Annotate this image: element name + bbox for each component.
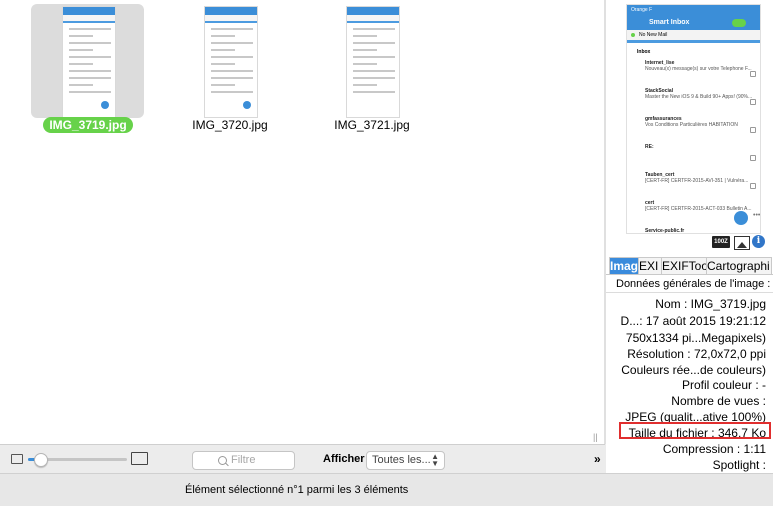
bottom-toolbar: Filtre Afficher : Toutes les... ▲ ▼ » [0,444,605,473]
status-bar: Élément sélectionné n°1 parmi les 3 élém… [0,473,773,506]
phone-status-bar: Orange F [627,5,760,16]
info-title: Données générales de l'image : [616,278,771,290]
status-text: Élément sélectionné n°1 parmi les 3 élém… [185,484,409,496]
info-row: Spotlight : [712,458,766,472]
info-row: Nom : IMG_3719.jpg [655,297,766,311]
mail-item: StackSocial Master the New iOS 9 & Build … [627,85,760,113]
resize-grip-icon[interactable]: || [593,432,598,442]
info-row: 750x1334 pi...Megapixels) [625,331,766,345]
show-select[interactable]: Toutes les... ▲ ▼ [366,451,445,470]
more-icon: ••• [753,212,761,219]
mail-item: RE: [627,141,760,169]
preview-header: Smart Inbox [627,16,760,30]
mail-item: Tauben_cert [CERT-FR] CERTFR-2015-AVI-351… [627,169,760,197]
zoom-badge-icon[interactable]: 100Z [712,236,730,248]
info-row: D...: 17 août 2015 19:21:12 [620,314,766,328]
landscape-icon[interactable] [734,236,750,250]
search-icon [218,456,227,465]
compose-icon [734,211,748,225]
thumbnail-3[interactable] [315,4,428,118]
thumbnail-image [204,6,258,118]
filter-input[interactable]: Filtre [192,451,295,470]
mail-item: Service-public.fr [645,228,685,234]
thumbnail-image [62,6,116,118]
info-row: Compression : 1:11 [662,442,766,456]
info-row: Nombre de vues : [671,394,766,408]
thumbnail-2[interactable] [173,4,286,118]
thumbnail-1[interactable] [31,4,144,118]
info-row: Profil couleur : - [681,378,766,392]
file-browser: IMG_3719.jpg IMG_3720.jpg IMG_3721.jpg |… [0,0,606,444]
info-row: Couleurs rée...de couleurs) [621,363,766,377]
tab-image[interactable]: Imag [609,257,639,274]
inspector-panel: Orange F Smart Inbox No New Mail Inbox I… [606,0,773,473]
tab-map[interactable]: Cartographi [706,257,772,274]
chevron-updown-icon: ▲ ▼ [431,452,439,468]
zoom-slider[interactable] [28,453,127,467]
mail-item: Internet_lise Nouveau(x) message(s) sur v… [627,57,760,85]
image-preview: Orange F Smart Inbox No New Mail Inbox I… [626,4,761,234]
slider-knob[interactable] [34,453,48,467]
no-new-mail: No New Mail [627,30,760,40]
thumbnail-image [346,6,400,118]
inspector-tabs: Imag EXI EXIFToo Cartographi [606,257,773,275]
highlight-box [619,422,771,439]
inbox-label: Inbox [637,49,651,55]
small-thumbnail-icon[interactable] [11,454,23,464]
tab-exif[interactable]: EXI [638,257,662,274]
file-name-label[interactable]: IMG_3721.jpg [282,118,462,133]
info-icon[interactable]: i [752,235,765,248]
info-row: Résolution : 72,0x72,0 ppi [627,347,766,361]
expand-chevron-icon[interactable]: » [594,452,601,466]
show-label: Afficher : [323,453,372,465]
tab-exiftool[interactable]: EXIFToo [661,257,707,274]
large-thumbnail-icon[interactable] [131,452,148,465]
mail-item: gmfassurances Vos Conditions Particulière… [627,113,760,141]
